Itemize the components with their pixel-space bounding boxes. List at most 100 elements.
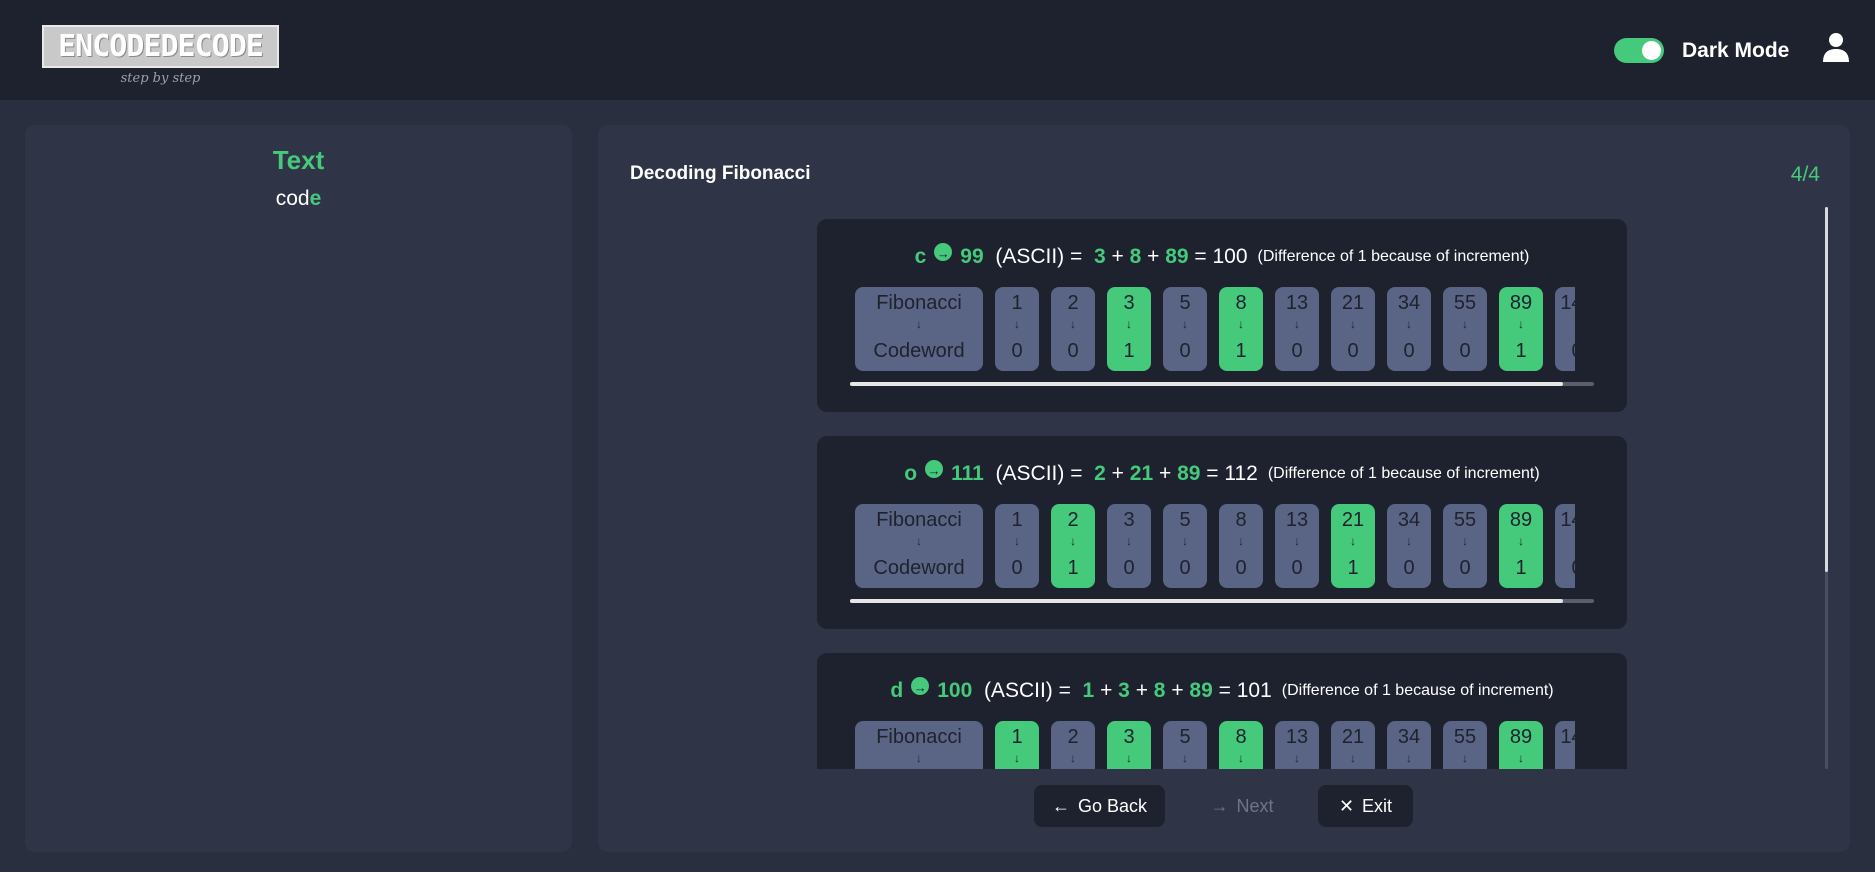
row-label-fibonacci: Fibonacci [876, 509, 962, 531]
down-arrow-icon: ↓ [1555, 751, 1575, 765]
decode-equation: d 100 (ASCII) = 1 + 3 + 8 + 89 = 101 (Diff… [817, 675, 1627, 704]
down-arrow-icon: ↓ [1126, 751, 1132, 765]
sum-result: 101 [1236, 679, 1272, 702]
step-code: 100 [937, 679, 973, 702]
down-arrow-icon: ↓ [1350, 534, 1356, 548]
fibonacci-cell: 2↓0 [1051, 721, 1095, 769]
arrow-right-icon: → [1210, 796, 1229, 816]
down-arrow-icon: ↓ [1182, 751, 1188, 765]
fibonacci-cell: 55↓0 [1443, 504, 1487, 588]
step-char: d [890, 679, 904, 702]
codeword-bit: 0 [1235, 557, 1247, 579]
down-arrow-icon: ↓ [1014, 534, 1020, 548]
down-arrow-icon: ↓ [1070, 534, 1076, 548]
fibonacci-number: 21 [1341, 726, 1365, 748]
fibonacci-number: 34 [1397, 726, 1421, 748]
codeword-bit: 1 [1235, 340, 1247, 362]
fibonacci-cell: 34 ↓ 0 [1387, 287, 1431, 371]
exit-button[interactable]: ✕ Exit [1318, 785, 1413, 827]
fibonacci-cell: 34↓0 [1387, 504, 1431, 588]
decode-step-card: o111 (ASCII) = 2 + 21 + 89 = 112(Differe… [817, 436, 1627, 629]
vertical-scrollbar[interactable] [1825, 207, 1828, 769]
down-arrow-icon: ↓ [1014, 317, 1020, 331]
fibonacci-cell: 55↓0 [1443, 721, 1487, 769]
horizontal-scrollbar[interactable] [850, 382, 1594, 386]
go-back-button[interactable]: ← Go Back [1034, 785, 1165, 827]
user-icon[interactable] [1822, 32, 1850, 62]
increment-note: (Difference of 1 because of increment) [1257, 248, 1530, 265]
down-arrow-icon: ↓ [1070, 317, 1076, 331]
fibonacci-number: 13 [1285, 292, 1309, 314]
ascii-label: (ASCII) = [983, 679, 1071, 702]
down-arrow-icon: ↓ [916, 751, 922, 765]
down-arrow-icon: ↓ [916, 317, 922, 331]
codeword-bit: 1 [1515, 557, 1527, 579]
text-panel-title: Text [272, 145, 325, 175]
sum-term: 2 [1094, 462, 1106, 485]
fibonacci-codeword-row[interactable]: Fibonacci ↓ Codeword 1 ↓ 0 2 ↓ 1 3 ↓ 0 5 ↓ 0 8 ↓ 0 13 ↓ 0 21 ↓… [855, 504, 1575, 588]
codeword-bit: 0 [1291, 340, 1303, 362]
down-arrow-icon: ↓ [1070, 751, 1076, 765]
plus-sign: + [1129, 679, 1154, 702]
next-button[interactable]: → Next [1196, 785, 1288, 827]
dark-mode-toggle[interactable] [1614, 38, 1664, 63]
plus-sign: + [1165, 679, 1190, 702]
fibonacci-number: 55 [1453, 726, 1477, 748]
ascii-label: (ASCII) = [995, 462, 1083, 485]
down-arrow-icon: ↓ [1462, 534, 1468, 548]
fibonacci-number: 34 [1397, 292, 1421, 314]
fibonacci-number: 1 [1011, 292, 1023, 314]
sum-term: 8 [1153, 679, 1166, 702]
fibonacci-number: 144 [1560, 292, 1575, 314]
down-arrow-icon: ↓ [1126, 317, 1132, 331]
fibonacci-cell: 34↓0 [1387, 721, 1431, 769]
down-arrow-icon: ↓ [1518, 534, 1524, 548]
sum-term: 1 [1082, 679, 1095, 702]
fibonacci-number: 13 [1285, 726, 1309, 748]
decoding-panel: Decoding Fibonacci 4/4 c 99 (ASCII) = 3 +… [598, 125, 1850, 852]
fibonacci-cell: 8 ↓ 0 [1219, 504, 1263, 588]
fibonacci-number: 5 [1179, 292, 1191, 314]
fibonacci-number: 5 [1179, 509, 1191, 531]
down-arrow-icon: ↓ [1555, 534, 1575, 548]
codeword-bit: 0 [1403, 340, 1415, 362]
fibonacci-number: 2 [1067, 509, 1079, 531]
down-arrow-icon: ↓ [1518, 317, 1524, 331]
increment-note: (Difference of 1 because of increment) [1267, 465, 1540, 482]
horizontal-scrollbar-thumb[interactable] [850, 382, 1563, 386]
fibonacci-number: 89 [1509, 509, 1533, 531]
equals-sign: = [1200, 462, 1225, 485]
fibonacci-codeword-row[interactable]: Fibonacci ↓ Codeword 1 ↓ 0 2 ↓ 0 3 ↓ 1 5 ↓ 0 8 ↓ 1 13 ↓ 0 21 ↓… [855, 287, 1575, 371]
row-label-codeword: Codeword [873, 340, 965, 362]
fibonacci-cell: 89 ↓ 1 [1499, 504, 1543, 588]
horizontal-scrollbar-thumb[interactable] [850, 599, 1563, 603]
sum-term: 89 [1189, 679, 1213, 702]
sum-term: 21 [1129, 462, 1154, 485]
down-arrow-icon: ↓ [1294, 317, 1300, 331]
down-arrow-icon: ↓ [1406, 751, 1412, 765]
fibonacci-codeword-row[interactable]: Fibonacci↓Codeword1↓12↓03↓15↓08↓113↓021↓… [855, 721, 1575, 769]
down-arrow-icon: ↓ [1182, 317, 1188, 331]
fibonacci-cell: 5 ↓ 0 [1163, 504, 1207, 588]
logo[interactable]: ENCODEDECODE [42, 25, 279, 68]
vertical-scrollbar-thumb[interactable] [1825, 207, 1828, 572]
codeword-bit: 0 [1555, 340, 1575, 363]
steps-scroll-area[interactable]: c99 (ASCII) = 3 + 8 + 89 = 100(Differenc… [817, 219, 1627, 769]
fibonacci-cell: 3 ↓ 0 [1107, 504, 1151, 588]
fibonacci-cell: 144 ↓ 0 [1555, 287, 1575, 371]
fibonacci-cell: 5 ↓ 0 [1163, 287, 1207, 371]
down-arrow-icon: ↓ [1462, 751, 1468, 765]
down-arrow-icon: ↓ [1406, 317, 1412, 331]
fibonacci-number: 1 [1011, 509, 1023, 531]
horizontal-scrollbar[interactable] [850, 599, 1594, 603]
decode-equation: c 99 (ASCII) = 3 + 8 + 89 = 100 (Differenc… [817, 241, 1627, 270]
fibonacci-number: 8 [1235, 726, 1247, 748]
ascii-label: (ASCII) = [995, 245, 1083, 268]
close-icon: ✕ [1338, 796, 1355, 816]
fibonacci-cell: 8↓1 [1219, 287, 1263, 371]
plus-sign: + [1105, 245, 1130, 268]
codeword-bit: 0 [1459, 557, 1471, 579]
fibonacci-cell: 8↓1 [1219, 721, 1263, 769]
codeword-bit: 1 [1347, 557, 1359, 579]
codeword-bit: 0 [1347, 340, 1359, 362]
